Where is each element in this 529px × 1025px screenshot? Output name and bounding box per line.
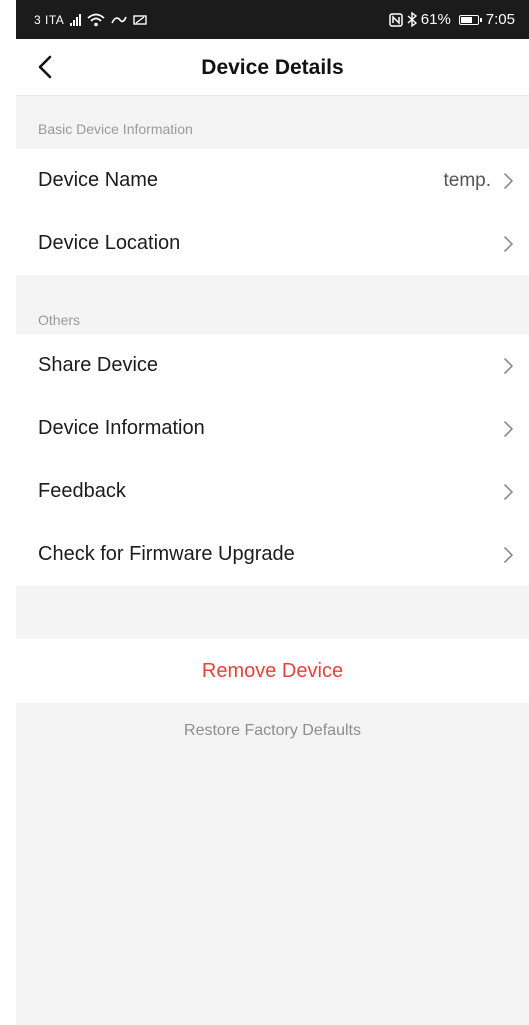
remove-device-label: Remove Device bbox=[201, 659, 344, 682]
battery-icon bbox=[458, 14, 482, 25]
row-label: Device Name bbox=[38, 169, 159, 191]
page-title: Device Details bbox=[201, 56, 344, 79]
remove-device-button[interactable]: Remove Device bbox=[16, 639, 529, 703]
row-label: Device Location bbox=[38, 232, 181, 254]
device-name-value: temp. bbox=[443, 169, 491, 191]
back-arrow-icon[interactable] bbox=[34, 50, 64, 84]
row-label: Device Information bbox=[38, 417, 205, 439]
row-label: Share Device bbox=[38, 354, 159, 376]
device-information-row[interactable]: Device Information bbox=[16, 397, 529, 460]
row-label: Feedback bbox=[38, 480, 126, 502]
status-bar: 3 ITA 61% 7:05 bbox=[16, 0, 529, 39]
firmware-upgrade-row[interactable]: Check for Firmware Upgrade bbox=[16, 523, 529, 586]
chevron-right-icon bbox=[504, 172, 514, 189]
chevron-right-icon bbox=[504, 420, 514, 437]
status-bar-left: 3 ITA bbox=[34, 0, 147, 39]
nav-header: Device Details bbox=[16, 39, 529, 96]
chevron-right-icon bbox=[504, 235, 514, 252]
device-location-row[interactable]: Device Location bbox=[16, 212, 529, 275]
data-saver-icon bbox=[111, 16, 128, 23]
section-label-basic: Basic Device Information bbox=[38, 121, 193, 137]
basic-info-group: Device Name temp. Device Location bbox=[16, 149, 529, 275]
feedback-row[interactable]: Feedback bbox=[16, 460, 529, 523]
chevron-right-icon bbox=[504, 483, 514, 500]
app-screen: 3 ITA 61% 7:05 Device Details Basic Devi… bbox=[16, 0, 529, 1025]
chevron-right-icon bbox=[504, 546, 514, 563]
restore-factory-defaults-link[interactable]: Restore Factory Defaults bbox=[16, 722, 529, 740]
chevron-right-icon bbox=[504, 357, 514, 374]
device-name-row[interactable]: Device Name temp. bbox=[16, 149, 529, 212]
bluetooth-icon bbox=[407, 12, 417, 27]
signal-icon bbox=[70, 13, 82, 26]
carrier-label: 3 ITA bbox=[34, 12, 65, 27]
others-group: Share Device Device Information Feedback… bbox=[16, 334, 529, 586]
status-bar-right: 61% 7:05 bbox=[389, 0, 515, 39]
section-label-others: Others bbox=[38, 312, 81, 328]
share-device-row[interactable]: Share Device bbox=[16, 334, 529, 397]
row-label: Check for Firmware Upgrade bbox=[38, 543, 295, 565]
battery-percent: 61% bbox=[420, 11, 451, 28]
nfc-icon bbox=[389, 12, 403, 27]
notification-icon bbox=[133, 14, 147, 25]
wifi-icon bbox=[87, 13, 105, 26]
clock: 7:05 bbox=[485, 11, 515, 28]
